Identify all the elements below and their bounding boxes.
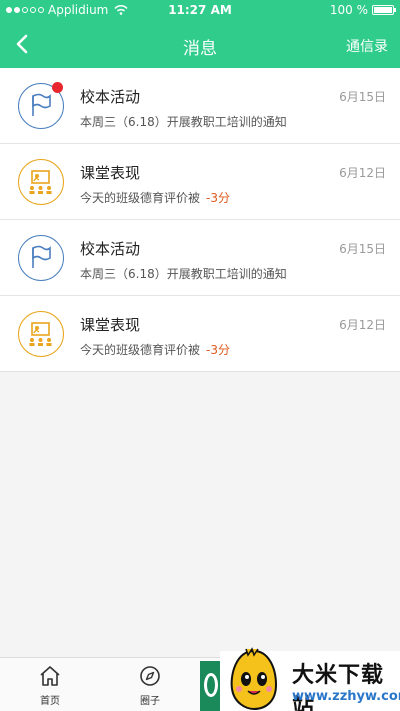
message-desc: 今天的班级德育评价被 -3分 [80,189,230,206]
message-date: 6月12日 [339,166,386,180]
battery-icon [372,5,396,15]
classroom-icon [18,159,64,205]
message-date: 6月12日 [339,318,386,332]
message-desc-text: 今天的班级德育评价被 [80,191,201,205]
tab-home-label: 首页 [40,696,60,707]
message-desc: 今天的班级德育评价被 -3分 [80,341,230,358]
page-title: 消息 [183,39,217,59]
watermark-logo: 大米下载站 www.zzhyw.com [220,647,400,711]
message-item[interactable]: 课堂表现 6月12日 今天的班级德育评价被 -3分 [0,144,400,220]
tab-circle-label: 圈子 [140,696,160,707]
battery-status: 100 % [329,3,396,17]
message-desc: 本周三（6.18）开展教职工培训的通知 [80,265,287,282]
nav-bar: 消息 通信录 [0,20,400,68]
message-title: 课堂表现 [80,316,141,334]
message-title: 课堂表现 [80,164,141,182]
message-desc-text: 本周三（6.18）开展教职工培训的通知 [80,115,287,129]
unread-badge [52,82,63,93]
message-date: 6月15日 [339,90,386,104]
message-desc-text: 本周三（6.18）开展教职工培训的通知 [80,267,287,281]
tab-circle[interactable]: 圈子 [120,664,180,707]
message-item[interactable]: 校本活动 6月15日 本周三（6.18）开展教职工培训的通知 [0,68,400,144]
message-item[interactable]: 校本活动 6月15日 本周三（6.18）开展教职工培训的通知 [0,220,400,296]
flag-icon [18,235,64,281]
mascot-icon [230,647,278,711]
tab-home[interactable]: 首页 [20,664,80,707]
compass-icon [140,666,160,686]
score-value: -3分 [206,343,230,357]
watermark-url: www.zzhyw.com [292,689,400,704]
message-title: 校本活动 [80,88,141,106]
message-title: 校本活动 [80,240,141,258]
message-desc-text: 今天的班级德育评价被 [80,343,201,357]
message-desc: 本周三（6.18）开展教职工培训的通知 [80,113,287,130]
score-value: -3分 [206,191,230,205]
contacts-button[interactable]: 通信录 [346,36,388,56]
app-tab-icon[interactable] [200,661,222,711]
status-bar: Applidium 11:27 AM 100 % [0,0,400,20]
message-item[interactable]: 课堂表现 6月12日 今天的班级德育评价被 -3分 [0,296,400,372]
home-icon [40,666,60,686]
message-list: 校本活动 6月15日 本周三（6.18）开展教职工培训的通知 课堂表现 6月12… [0,68,400,372]
battery-percent: 100 % [329,3,368,17]
message-date: 6月15日 [339,242,386,256]
classroom-icon [18,311,64,357]
